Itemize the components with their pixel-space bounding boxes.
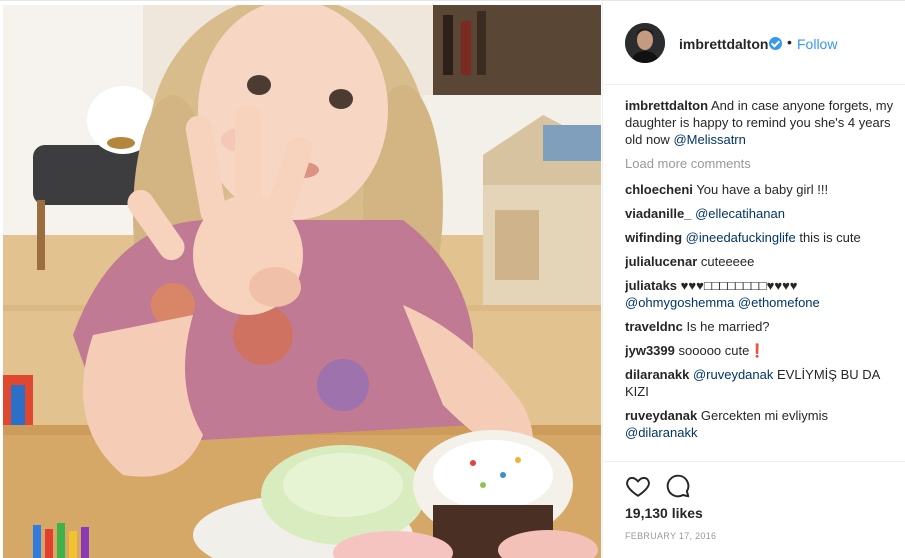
comment-text: Gercekten mi evliymis <box>700 408 829 423</box>
post-date[interactable]: FEBRUARY 17, 2016 <box>625 531 716 541</box>
comment-icon[interactable] <box>665 473 691 499</box>
post-photo[interactable] <box>3 5 601 558</box>
comment-text: this is cute <box>799 230 861 245</box>
comment-item: juliataks ♥♥♥□□□□□□□□♥♥♥♥ @ohmygoshemma … <box>625 277 895 311</box>
likes-count[interactable]: 19,130 likes <box>625 505 703 521</box>
comment-username[interactable]: traveldnc <box>625 319 683 334</box>
caption-mention[interactable]: @Melissatrn <box>673 132 745 147</box>
comment-username[interactable]: wifinding <box>625 230 682 245</box>
heart-icon[interactable] <box>625 473 651 499</box>
comment-username[interactable]: viadanille_ <box>625 206 691 221</box>
load-more-comments-link[interactable]: Load more comments <box>625 155 895 172</box>
post-actions: 19,130 likes FEBRUARY 17, 2016 <box>603 461 905 558</box>
comment-item: viadanille_ @ellecatihanan <box>625 205 895 222</box>
comment-item: traveldnc Is he married? <box>625 318 895 335</box>
comment-mention[interactable]: @ineedafuckinglife <box>686 230 796 245</box>
comment-mention[interactable]: @ohmygoshemma @ethomefone <box>625 295 820 310</box>
comment-item: ruveydanak Gercekten mi evliymis @dilara… <box>625 407 895 441</box>
avatar-image <box>625 23 665 63</box>
comment-mention[interactable]: @ellecatihanan <box>695 206 785 221</box>
comment-item: julialucenar cuteeeee <box>625 253 895 270</box>
comment-mention[interactable]: @dilaranakk <box>625 425 697 440</box>
verified-badge-icon <box>769 37 782 50</box>
photo-illustration <box>3 5 601 558</box>
caption-username[interactable]: imbrettdalton <box>625 98 708 113</box>
comment-username[interactable]: juliataks <box>625 278 677 293</box>
comment-text: Is he married? <box>686 319 770 334</box>
comment-item: dilaranakk @ruveydanak EVLİYMİŞ BU DA KI… <box>625 366 895 400</box>
username-link[interactable]: imbrettdalton <box>679 36 768 52</box>
comment-text: ♥♥♥□□□□□□□□♥♥♥♥ <box>680 278 798 293</box>
comment-item: wifinding @ineedafuckinglife this is cut… <box>625 229 895 246</box>
follow-button[interactable]: Follow <box>797 36 837 52</box>
comment-text: cuteeeee <box>700 254 755 269</box>
comment-item: jyw3399 sooooo cute❗ <box>625 342 895 359</box>
avatar[interactable] <box>625 23 665 63</box>
post-sidebar: imbrettdalton • Follow imbrettdalton And… <box>602 1 905 558</box>
caption: imbrettdalton And in case anyone forgets… <box>625 97 895 148</box>
separator-dot: • <box>787 34 792 50</box>
comment-mention[interactable]: @ruveydanak <box>693 367 773 382</box>
comment-username[interactable]: chloecheni <box>625 182 693 197</box>
comment-username[interactable]: jyw3399 <box>625 343 675 358</box>
comment-username[interactable]: julialucenar <box>625 254 697 269</box>
comments-list[interactable]: imbrettdalton And in case anyone forgets… <box>625 97 895 461</box>
comment-username[interactable]: dilaranakk <box>625 367 689 382</box>
post-header: imbrettdalton • Follow <box>603 1 905 85</box>
comment-item: chloecheni You have a baby girl !!! <box>625 181 895 198</box>
comment-username[interactable]: ruveydanak <box>625 408 697 423</box>
comment-text: sooooo cute❗ <box>678 343 766 358</box>
instagram-post: imbrettdalton • Follow imbrettdalton And… <box>0 0 905 558</box>
comment-text: You have a baby girl !!! <box>696 182 829 197</box>
